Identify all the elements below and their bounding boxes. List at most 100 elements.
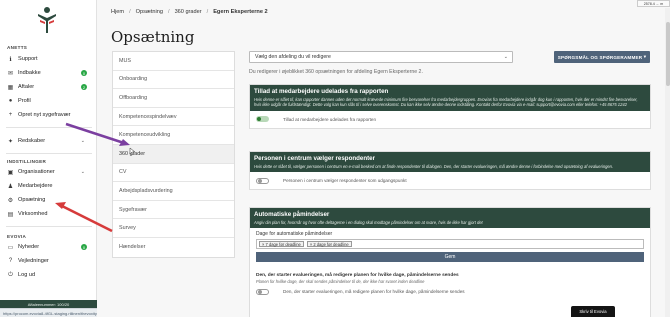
exclude-employees-toggle[interactable] bbox=[256, 116, 269, 123]
sidebar-item-opsaetning[interactable]: ⚙ Opsætning bbox=[7, 195, 91, 205]
reminder-tag[interactable]: × 2 dage før deadline bbox=[306, 241, 352, 248]
main-content: Hjem / Opsætning / 360 grader / Egern Ek… bbox=[97, 0, 670, 317]
settings-list: MUS Onboarding Offboarding Kompetencespi… bbox=[112, 51, 235, 258]
sidebar-item-support[interactable]: ℹ Support bbox=[7, 54, 91, 64]
reminder-days-input[interactable]: × 7 dage før deadline × 2 dage før deadl… bbox=[256, 239, 644, 250]
caret-down-icon: ▾ bbox=[643, 54, 647, 59]
gear-icon: ⚙ bbox=[7, 197, 14, 204]
toggle-row: Tillad at medarbejdere udelades fra rapp… bbox=[256, 114, 644, 125]
section-label-indstillinger: INDSTILLINGER bbox=[7, 159, 47, 164]
sidebar-item-redskaber[interactable]: ✦ Redskaber ⌄ bbox=[7, 136, 91, 146]
sidebar-item-organisationer[interactable]: ▣ Organisationer ⌄ bbox=[7, 167, 91, 177]
employees-icon: ♟ bbox=[7, 183, 14, 190]
sidebar-item-opret-sygefravaer[interactable]: + Opret nyt sygefravær bbox=[7, 110, 91, 120]
sidebar-item-log-ud[interactable]: ⏻ Log ud bbox=[7, 270, 91, 280]
sidebar-item-indbakke[interactable]: ✉ Indbakke 0 bbox=[7, 68, 91, 78]
company-icon: ▤ bbox=[7, 211, 14, 218]
department-select-value: Vælg den afdeling du vil redigere bbox=[255, 54, 331, 60]
news-icon: ▭ bbox=[7, 244, 14, 251]
breadcrumb-separator: / bbox=[168, 9, 170, 15]
save-button[interactable]: Gem bbox=[256, 252, 644, 263]
list-item-haendelser[interactable]: Hændelser bbox=[113, 238, 234, 257]
appointments-count-badge: 2 bbox=[81, 84, 87, 90]
card-description: Hvis dette er slået til, vælger personen… bbox=[254, 164, 614, 169]
list-item-arbejdspladsvurdering[interactable]: Arbejdspladsvurdering bbox=[113, 182, 234, 201]
logout-icon: ⏻ bbox=[8, 271, 13, 278]
appointments-icon: ▦ bbox=[7, 84, 14, 91]
card-header: Tillad at medarbejdere udelades fra rapp… bbox=[250, 85, 650, 111]
page-title: Opsætning bbox=[111, 28, 195, 46]
toggle-label: Den, der starter evalueringen, må redige… bbox=[283, 289, 465, 295]
list-item-kompetencespindelvaev[interactable]: Kompetencespindelvæv bbox=[113, 108, 234, 127]
inbox-icon: ✉ bbox=[7, 70, 14, 77]
tools-icon: ✦ bbox=[7, 138, 14, 145]
sidebar-item-virksomhed[interactable]: ▤ Virksomhed bbox=[7, 209, 91, 219]
chevron-down-icon: ⌄ bbox=[80, 138, 85, 144]
list-item-mus[interactable]: MUS bbox=[113, 52, 234, 71]
sidebar-divider bbox=[6, 153, 92, 154]
toggle-row: Personen i centrum vælger respondenter s… bbox=[256, 175, 644, 186]
write-to-evovia-button[interactable]: Skriv til Evovia bbox=[571, 306, 615, 317]
inbox-count-badge: 0 bbox=[81, 70, 87, 76]
list-item-360-grader[interactable]: 360 grader bbox=[113, 144, 234, 164]
sidebar-item-nyheder[interactable]: ▭ Nyheder 0 bbox=[7, 242, 91, 252]
sidebar-divider bbox=[6, 226, 92, 227]
editing-hint: Du redigerer i øjeblikket 360 opsætninge… bbox=[249, 69, 423, 75]
card-body: Personen i centrum vælger respondenter s… bbox=[250, 172, 650, 189]
person-chooses-respondents-toggle[interactable] bbox=[256, 177, 269, 184]
list-item-survey[interactable]: Survey bbox=[113, 219, 234, 238]
breadcrumb-current: Egern Eksperterne 2 bbox=[213, 9, 268, 15]
department-select[interactable]: Vælg den afdeling du vil redigere ⌄ bbox=[249, 51, 513, 63]
sidebar: ANETTS ℹ Support ✉ Indbakke 0 ▦ Aftaler … bbox=[0, 0, 97, 317]
chevron-down-icon: ⌄ bbox=[503, 54, 508, 60]
card-header: Personen i centrum vælger respondenter H… bbox=[250, 152, 650, 173]
support-icon: ℹ bbox=[9, 56, 12, 63]
sidebar-item-aftaler[interactable]: ▦ Aftaler 2 bbox=[7, 82, 91, 92]
top-corner-badge: 2578.4 ← m bbox=[637, 0, 670, 7]
sidebar-footer: Aftaleenummer: 100/20 bbox=[0, 300, 97, 308]
scrollbar-thumb[interactable] bbox=[665, 22, 670, 86]
list-item-onboarding[interactable]: Onboarding bbox=[113, 71, 234, 90]
organisations-icon: ▣ bbox=[7, 169, 14, 176]
breadcrumb-hjem[interactable]: Hjem bbox=[111, 9, 124, 15]
card-description: Hvis denne er slået til, kan rapporter d… bbox=[254, 97, 638, 108]
reminder-days-label: Dage for automatiske påmindelser bbox=[256, 231, 333, 238]
card-person-chooses-respondents: Personen i centrum vælger respondenter H… bbox=[249, 151, 651, 191]
breadcrumb-360-grader[interactable]: 360 grader bbox=[175, 9, 202, 15]
sidebar-item-vejledninger[interactable]: ? Vejledninger bbox=[7, 256, 91, 266]
card-exclude-employees: Tillad at medarbejdere udelades fra rapp… bbox=[249, 84, 651, 129]
sidebar-divider bbox=[6, 127, 92, 128]
card-title: Tillad at medarbejdere udelades fra rapp… bbox=[254, 88, 389, 95]
card-title: Automatiske påmindelser bbox=[254, 211, 330, 218]
edit-reminder-plan-toggle[interactable] bbox=[256, 288, 269, 295]
breadcrumb-separator: / bbox=[206, 9, 209, 15]
question-icon: ? bbox=[8, 258, 13, 264]
section-label-evovia: EVOVIA bbox=[7, 234, 27, 239]
card-automatic-reminders: Automatiske påmindelser Angiv din plan f… bbox=[249, 207, 651, 317]
list-item-offboarding[interactable]: Offboarding bbox=[113, 89, 234, 108]
page-scrollbar[interactable] bbox=[665, 8, 670, 317]
toggle-row: Den, der starter evalueringen, må redige… bbox=[256, 286, 644, 297]
card-body: Dage for automatiske påmindelser × 7 dag… bbox=[250, 228, 650, 300]
plus-icon: + bbox=[8, 112, 13, 118]
profile-icon: ● bbox=[8, 98, 13, 104]
list-item-cv[interactable]: CV bbox=[113, 164, 234, 183]
breadcrumb-opsaetning[interactable]: Opsætning bbox=[136, 9, 163, 15]
news-count-badge: 0 bbox=[81, 244, 87, 250]
card-description: Angiv din plan for, hvornår og hvor ofte… bbox=[254, 220, 483, 225]
card-header: Automatiske påmindelser Angiv din plan f… bbox=[250, 208, 650, 229]
reminder-tag[interactable]: × 7 dage før deadline bbox=[259, 241, 304, 248]
sub-title: Den, der starter evalueringen, må redige… bbox=[256, 273, 459, 279]
logo-icon bbox=[38, 7, 56, 33]
sub-description: Planen for hvilke dage, der skal sendes … bbox=[256, 279, 425, 285]
sidebar-item-profil[interactable]: ● Profil bbox=[7, 96, 91, 106]
questions-button[interactable]: SPØRGSMÅL OG SPØRGERAMMER ▾ bbox=[554, 51, 650, 63]
list-item-sygefravaer[interactable]: Sygefravær bbox=[113, 201, 234, 220]
sidebar-item-medarbejdere[interactable]: ♟ Medarbejdere bbox=[7, 181, 91, 191]
chevron-down-icon: ⌄ bbox=[80, 169, 85, 175]
toggle-label: Tillad at medarbejdere udelades fra rapp… bbox=[283, 116, 377, 122]
card-body: Tillad at medarbejdere udelades fra rapp… bbox=[250, 111, 650, 128]
breadcrumb-separator: / bbox=[129, 9, 131, 15]
list-item-kompetenceudvikling[interactable]: Kompetenceudvikling bbox=[113, 126, 234, 145]
section-label-anetts: ANETTS bbox=[7, 45, 28, 50]
